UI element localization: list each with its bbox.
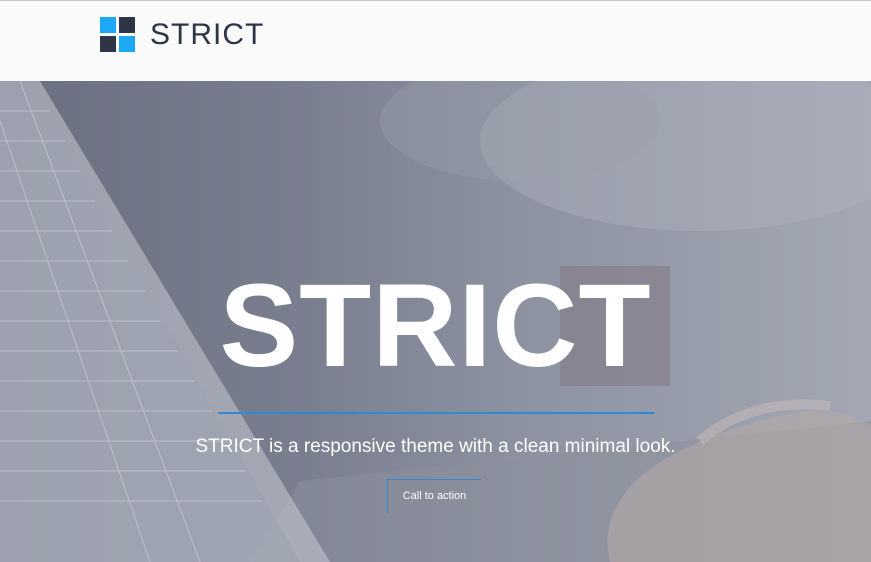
hero-section: STRICT STRICT is a responsive theme with… xyxy=(0,81,871,562)
logo-square-top-right xyxy=(119,17,135,33)
site-header: STRICT xyxy=(0,0,871,81)
logo-square-top-left xyxy=(100,17,116,33)
call-to-action-button[interactable]: Call to action xyxy=(387,479,481,513)
hero-subtitle: STRICT is a responsive theme with a clea… xyxy=(195,436,676,457)
hero-title: STRICT xyxy=(219,260,652,392)
logo-square-bottom-right xyxy=(119,36,135,52)
brand-name[interactable]: STRICT xyxy=(150,17,264,53)
logo-icon[interactable] xyxy=(100,17,135,52)
hero-divider xyxy=(218,412,654,414)
logo-square-bottom-left xyxy=(100,36,116,52)
